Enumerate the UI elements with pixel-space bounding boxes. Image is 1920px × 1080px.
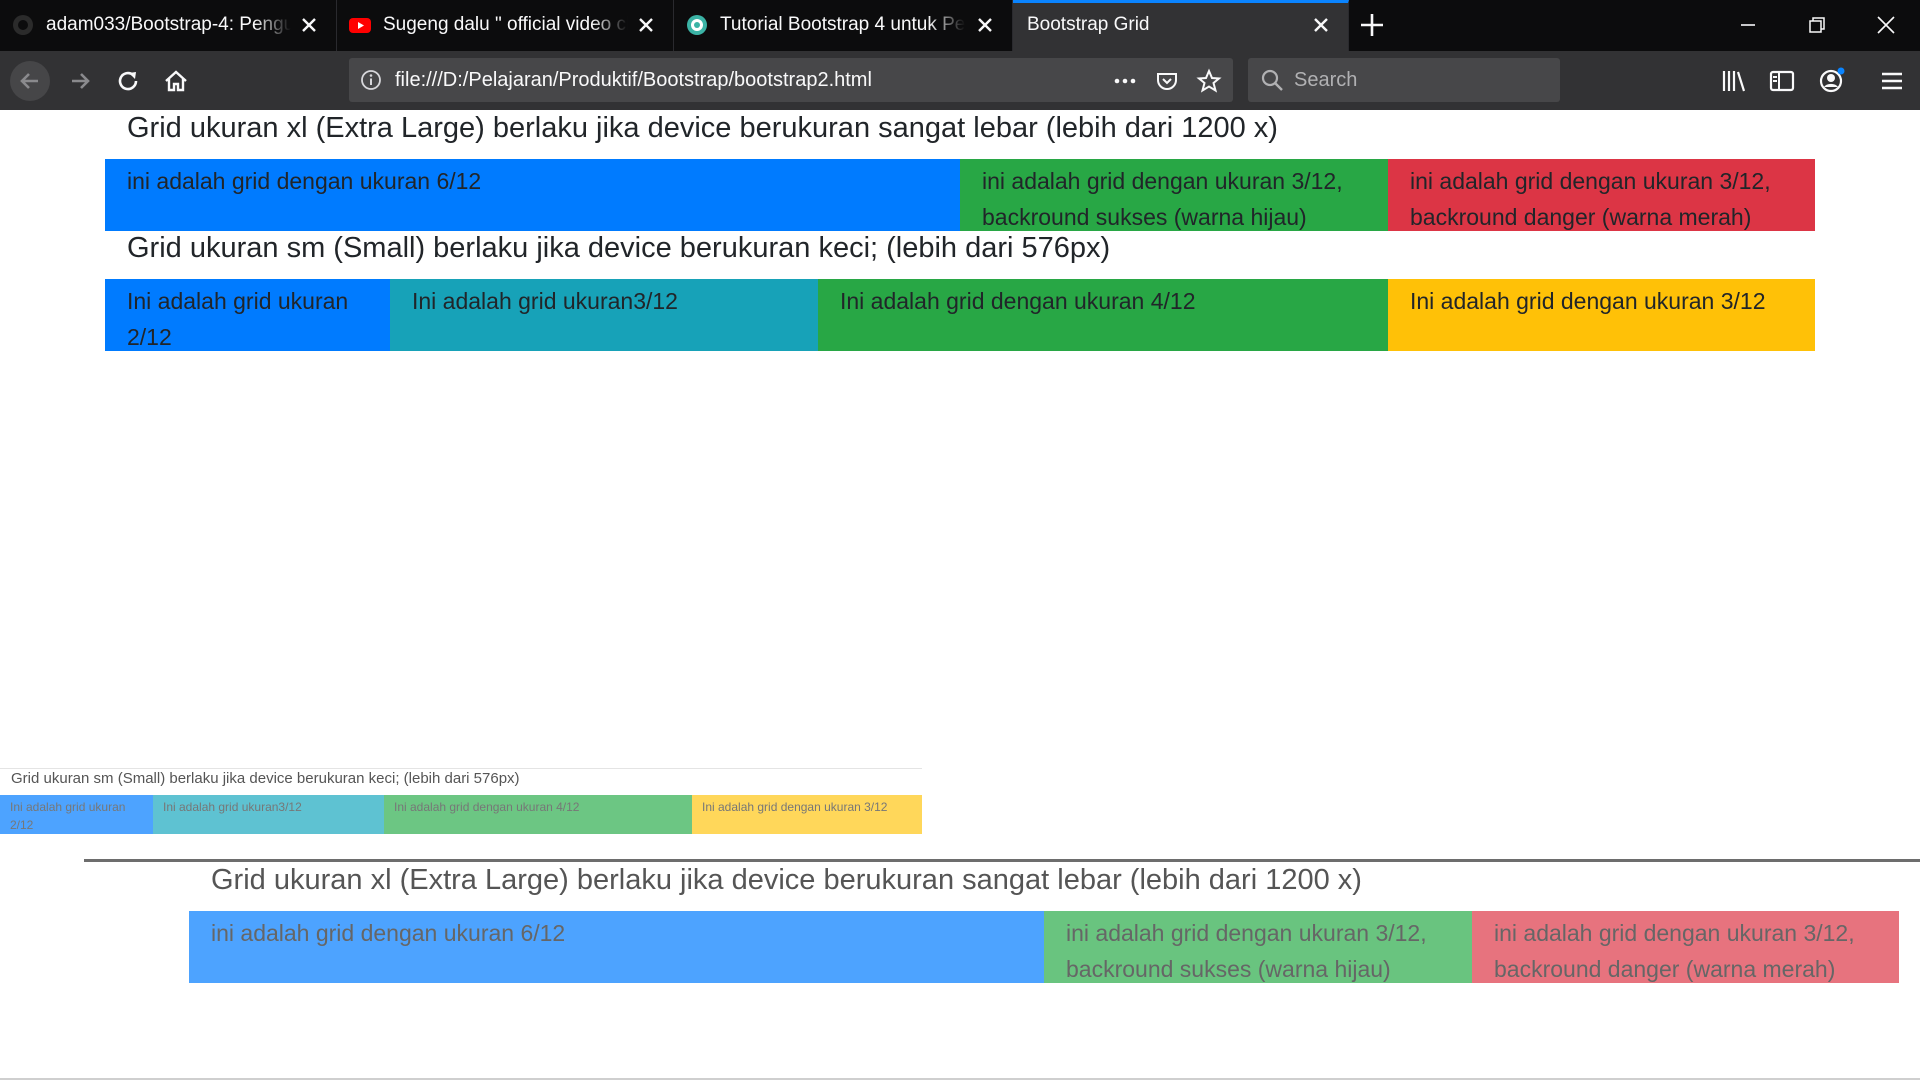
library-icon[interactable]: [1719, 66, 1749, 96]
tab-title: Sugeng dalu " official video clip: [383, 14, 628, 35]
tab-github[interactable]: adam033/Bootstrap-4: Pengumpulan tugas: [0, 0, 337, 51]
close-icon[interactable]: [972, 12, 998, 38]
mini-sm-grid-row: Ini adalah grid ukuran 2/12 Ini adalah g…: [0, 795, 922, 834]
forward-icon[interactable]: [60, 61, 100, 101]
sm-col-3-warning: Ini adalah grid dengan ukuran 3/12: [1388, 279, 1815, 351]
faded-xl-col-6: ini adalah grid dengan ukuran 6/12: [189, 911, 1044, 983]
tab-title: Tutorial Bootstrap 4 untuk Pemula: [720, 14, 965, 35]
preview-divider: [84, 859, 1920, 862]
sm-heading: Grid ukuran sm (Small) berlaku jika devi…: [127, 232, 1111, 264]
bookmark-star-icon[interactable]: [1196, 68, 1222, 94]
more-actions-icon[interactable]: [1112, 68, 1138, 94]
tab-bootstrap-grid[interactable]: Bootstrap Grid: [1013, 0, 1349, 51]
page-viewport: Grid ukuran xl (Extra Large) berlaku jik…: [0, 110, 1920, 1080]
sm-col-2: Ini adalah grid ukuran 2/12: [105, 279, 390, 351]
close-window-icon[interactable]: [1873, 12, 1899, 38]
sm-grid-row: Ini adalah grid ukuran 2/12 Ini adalah g…: [105, 279, 1815, 351]
xl-col-6: ini adalah grid dengan ukuran 6/12: [105, 159, 960, 231]
restore-icon[interactable]: [1804, 12, 1830, 38]
menu-icon[interactable]: [1877, 66, 1907, 96]
faded-xl-col-3-success: ini adalah grid dengan ukuran 3/12, back…: [1044, 911, 1472, 983]
url-text[interactable]: file:///D:/Pelajaran/Produktif/Bootstrap…: [395, 69, 872, 92]
tab-title: adam033/Bootstrap-4: Pengumpulan tugas: [46, 14, 291, 35]
back-icon[interactable]: [10, 61, 50, 101]
xl-col-3-success: ini adalah grid dengan ukuran 3/12, back…: [960, 159, 1388, 231]
xl-col-3-danger: ini adalah grid dengan ukuran 3/12, back…: [1388, 159, 1815, 231]
address-bar[interactable]: file:///D:/Pelajaran/Produktif/Bootstrap…: [349, 58, 1233, 102]
mini-sm-col-2: Ini adalah grid ukuran 2/12: [0, 795, 153, 834]
tab-strip: adam033/Bootstrap-4: Pengumpulan tugas S…: [0, 0, 1920, 51]
info-icon[interactable]: [359, 68, 383, 92]
faded-xl-grid-row: ini adalah grid dengan ukuran 6/12 ini a…: [189, 911, 1899, 983]
navigation-toolbar: file:///D:/Pelajaran/Produktif/Bootstrap…: [0, 51, 1920, 110]
mini-sm-heading: Grid ukuran sm (Small) berlaku jika devi…: [11, 770, 520, 787]
search-placeholder: Search: [1294, 69, 1358, 91]
reload-icon[interactable]: [108, 61, 148, 101]
faded-xl-col-3-danger: ini adalah grid dengan ukuran 3/12, back…: [1472, 911, 1899, 983]
youtube-icon: [349, 18, 371, 33]
sidebar-icon[interactable]: [1767, 66, 1797, 96]
sm-col-3: Ini adalah grid ukuran3/12: [390, 279, 818, 351]
faded-xl-heading: Grid ukuran xl (Extra Large) berlaku jik…: [211, 864, 1362, 896]
sm-col-4: Ini adalah grid dengan ukuran 4/12: [818, 279, 1388, 351]
new-tab-icon[interactable]: [1358, 11, 1386, 39]
search-bar[interactable]: Search: [1248, 58, 1560, 102]
minimize-icon[interactable]: [1735, 12, 1761, 38]
tab-title: Bootstrap Grid: [1027, 14, 1150, 35]
mini-sm-col-3-warning: Ini adalah grid dengan ukuran 3/12: [692, 795, 922, 834]
search-icon: [1261, 69, 1283, 91]
tab-tutorial[interactable]: Tutorial Bootstrap 4 untuk Pemula: [674, 0, 1013, 51]
account-icon[interactable]: [1816, 66, 1846, 96]
github-icon: [13, 15, 33, 35]
close-icon[interactable]: [296, 12, 322, 38]
xl-grid-row: ini adalah grid dengan ukuran 6/12 ini a…: [105, 159, 1815, 231]
mini-sm-col-4: Ini adalah grid dengan ukuran 4/12: [384, 795, 692, 834]
pocket-icon[interactable]: [1154, 68, 1180, 94]
tab-youtube[interactable]: Sugeng dalu " official video clip: [337, 0, 674, 51]
preview-rule: [0, 768, 922, 769]
close-icon[interactable]: [1308, 12, 1334, 38]
site-icon: [687, 15, 707, 35]
mini-sm-col-3: Ini adalah grid ukuran3/12: [153, 795, 384, 834]
xl-heading: Grid ukuran xl (Extra Large) berlaku jik…: [127, 112, 1278, 144]
home-icon[interactable]: [156, 61, 196, 101]
close-icon[interactable]: [633, 12, 659, 38]
